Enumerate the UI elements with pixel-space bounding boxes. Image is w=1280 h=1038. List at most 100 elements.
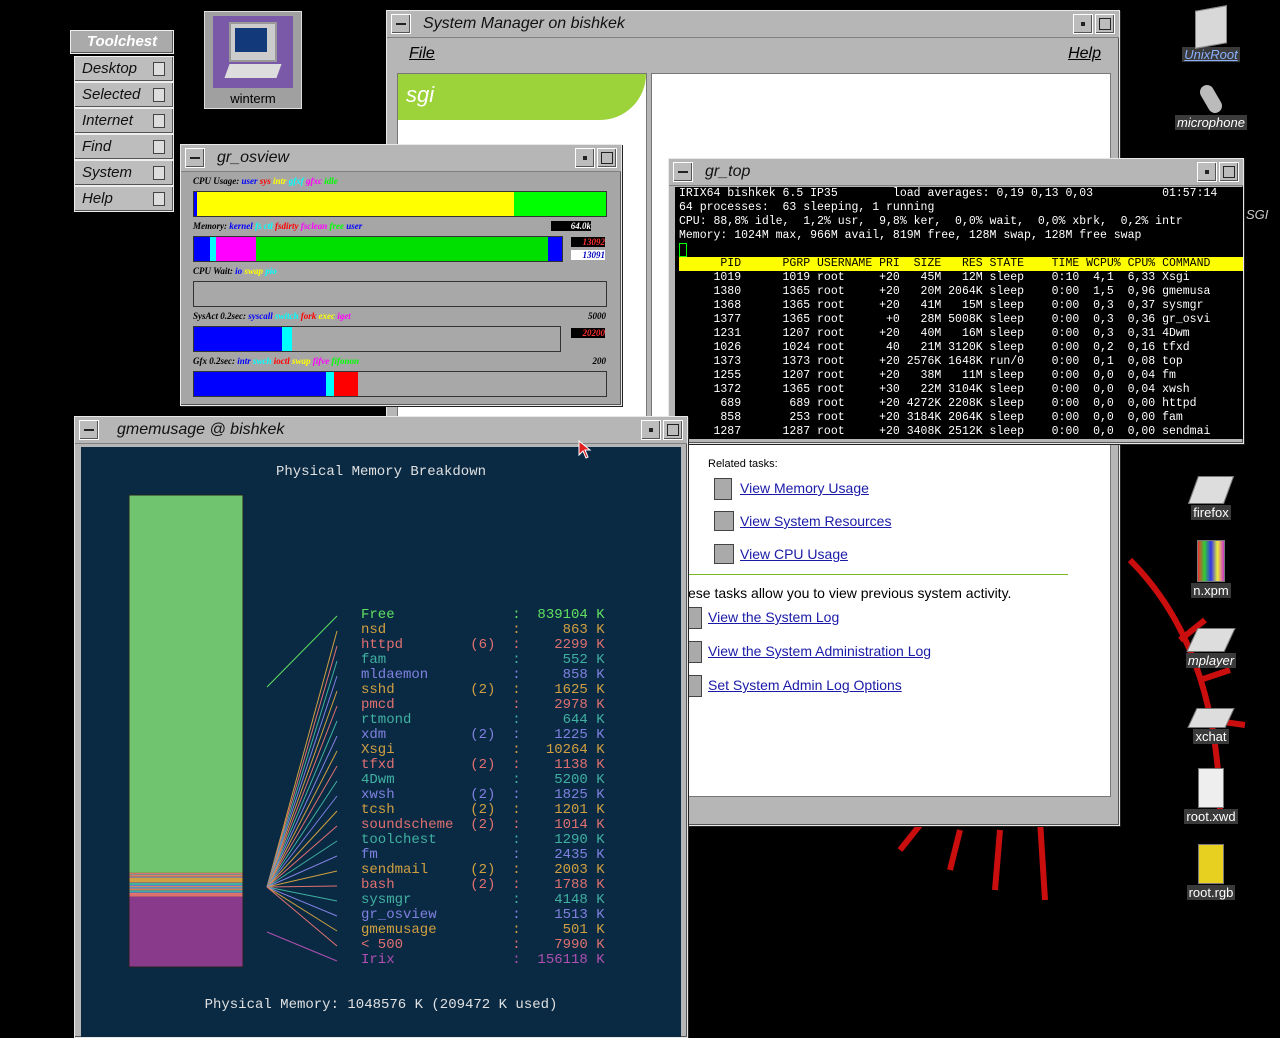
gr-top-titlebar[interactable]: gr_top [669, 159, 1243, 186]
minimize-button[interactable] [641, 420, 661, 440]
executable-icon [1187, 708, 1235, 728]
maximize-button[interactable] [663, 420, 683, 440]
process-row[interactable]: 1368 1365 root +20 41M 15M sleep 0:00 0,… [679, 299, 1243, 313]
gmemusage-titlebar[interactable]: gmemusage @ bishkek [75, 417, 687, 444]
memory-process-row: xwsh (2) : 1825 K [361, 787, 605, 803]
toolchest-item-selected[interactable]: Selected [74, 82, 174, 108]
view-cpu-usage-link[interactable]: View CPU Usage [740, 546, 848, 562]
minimize-button[interactable] [575, 148, 595, 168]
sgi-logo: sgi [406, 82, 435, 107]
log-task-icon [688, 641, 702, 663]
sysact-label: SysAct 0.2sec: syscall switch fork exec … [193, 311, 351, 321]
document-icon [1198, 768, 1224, 808]
memory-value-1: 13092 [571, 237, 605, 247]
legend-entry: idle [324, 176, 338, 186]
process-row[interactable]: 1380 1365 root +20 20M 2064K sleep 0:00 … [679, 285, 1243, 299]
process-row[interactable]: 1019 1019 root +20 45M 12M sleep 0:10 4,… [679, 271, 1243, 285]
submenu-icon [153, 192, 165, 206]
file-menu[interactable]: File [409, 45, 435, 63]
microphone-desktop-icon[interactable]: microphone [1166, 82, 1256, 132]
toolchest-item-system[interactable]: System [74, 160, 174, 186]
window-menu-button[interactable] [673, 162, 693, 182]
toolchest-item-help[interactable]: Help [74, 186, 174, 212]
maximize-button[interactable] [1095, 14, 1115, 34]
memory-process-row: Xsgi : 10264 K [361, 742, 605, 758]
process-row[interactable]: 858 253 root +20 3184K 2064K sleep 0:00 … [679, 411, 1243, 425]
winterm-desktop-icon[interactable]: winterm [204, 11, 302, 109]
microphone-label: microphone [1175, 115, 1247, 130]
process-row[interactable]: 1373 1373 root +20 2576K 1648K run/0 0:0… [679, 355, 1243, 369]
top-header-row: PID PGRP USERNAME PRI SIZE RES STATE TIM… [679, 257, 1243, 271]
memory-process-row: gr_osview : 1513 K [361, 907, 605, 923]
legend-entry: gfxf [288, 176, 307, 186]
legend-entry: pio [265, 266, 277, 276]
rootrgb-desktop-icon[interactable]: root.rgb [1166, 844, 1256, 902]
legend-entry: user [346, 221, 363, 231]
submenu-icon [153, 62, 165, 76]
gfx-swch-segment [326, 372, 334, 396]
firefox-desktop-icon[interactable]: firefox [1166, 476, 1256, 522]
top-summary-line: 64 processes: 63 sleeping, 1 running [679, 201, 935, 214]
set-log-options-link[interactable]: Set System Admin Log Options [708, 677, 902, 693]
toolchest-item-find[interactable]: Find [74, 134, 174, 160]
legend-entry: exec [318, 311, 338, 321]
rootrgb-label: root.rgb [1186, 885, 1236, 900]
unixroot-desktop-icon[interactable]: UnixRoot [1166, 5, 1256, 64]
view-system-log-link[interactable]: View the System Log [708, 609, 839, 625]
memory-bar-segment [129, 877, 243, 883]
memory-process-row: sysmgr : 4148 K [361, 892, 605, 908]
process-row[interactable]: 1231 1207 root +20 40M 16M sleep 0:00 0,… [679, 327, 1243, 341]
xchat-desktop-icon[interactable]: xchat [1166, 708, 1256, 746]
memory-process-row: Free : 839104 K [361, 607, 605, 623]
window-title: gmemusage @ bishkek [117, 421, 285, 438]
resources-task-icon [714, 511, 734, 531]
process-row[interactable]: 1372 1365 root +30 22M 3104K sleep 0:00 … [679, 383, 1243, 397]
cpu-intr-segment [197, 192, 514, 216]
memory-process-row: toolchest : 1290 K [361, 832, 605, 848]
view-admin-log-link[interactable]: View the System Administration Log [708, 643, 931, 659]
nxpm-desktop-icon[interactable]: n.xpm [1166, 540, 1256, 600]
view-system-resources-link[interactable]: View System Resources [740, 513, 891, 529]
rootxwd-desktop-icon[interactable]: root.xwd [1166, 768, 1256, 826]
toolchest-title[interactable]: Toolchest [70, 30, 174, 54]
divider [688, 574, 1068, 575]
process-row[interactable]: 1377 1365 root +0 28M 5008K sleep 0:00 0… [679, 313, 1243, 327]
window-menu-button[interactable] [185, 148, 205, 168]
maximize-button[interactable] [1219, 162, 1239, 182]
toolchest-item-label: Help [82, 190, 113, 207]
terminal-icon [213, 16, 293, 88]
legend-entry: swch [253, 356, 274, 366]
process-row[interactable]: 689 689 root +20 4272K 2208K sleep 0:00 … [679, 397, 1243, 411]
help-menu[interactable]: Help [1068, 45, 1101, 63]
sgi-partial-label: SGI [1246, 207, 1269, 222]
toolchest-item-desktop[interactable]: Desktop [74, 56, 174, 82]
window-menu-button[interactable] [391, 14, 411, 34]
memory-connector-line [266, 645, 338, 888]
minimize-button[interactable] [1197, 162, 1217, 182]
maximize-button[interactable] [597, 148, 617, 168]
gr-osview-titlebar[interactable]: gr_osview [181, 145, 621, 172]
memory-process-row: 4Dwm : 5200 K [361, 772, 605, 788]
memory-process-row: xdm (2) : 1225 K [361, 727, 605, 743]
mem-user-segment [548, 237, 562, 261]
gmemusage-window: gmemusage @ bishkek Physical Memory Brea… [74, 416, 688, 1038]
gfx-ioctl-segment [334, 372, 358, 396]
process-row[interactable]: 1255 1207 root +20 38M 11M sleep 0:00 0,… [679, 369, 1243, 383]
toolchest-item-label: Desktop [82, 60, 138, 77]
cpu-wait-bar [193, 281, 607, 307]
sgi-banner: sgi [398, 74, 646, 120]
mem-fsclean-segment [216, 237, 256, 261]
system-manager-titlebar[interactable]: System Manager on bishkek [387, 11, 1119, 38]
toolchest-item-internet[interactable]: Internet [74, 108, 174, 134]
window-menu-button[interactable] [79, 420, 99, 440]
top-summary-line: Memory: 1024M max, 966M avail, 819M free… [679, 229, 1142, 242]
memory-bar-segment [129, 886, 243, 888]
mplayer-desktop-icon[interactable]: mplayer [1166, 628, 1256, 670]
legend-entry: swap [292, 356, 313, 366]
view-memory-usage-link[interactable]: View Memory Usage [740, 480, 869, 496]
process-row[interactable]: 1026 1024 root 40 21M 3120K sleep 0:00 0… [679, 341, 1243, 355]
process-row[interactable]: 1287 1287 root +20 3408K 2512K sleep 0:0… [679, 425, 1243, 439]
memory-bar-segment [129, 885, 243, 886]
minimize-button[interactable] [1073, 14, 1093, 34]
memory-bar [193, 236, 563, 262]
